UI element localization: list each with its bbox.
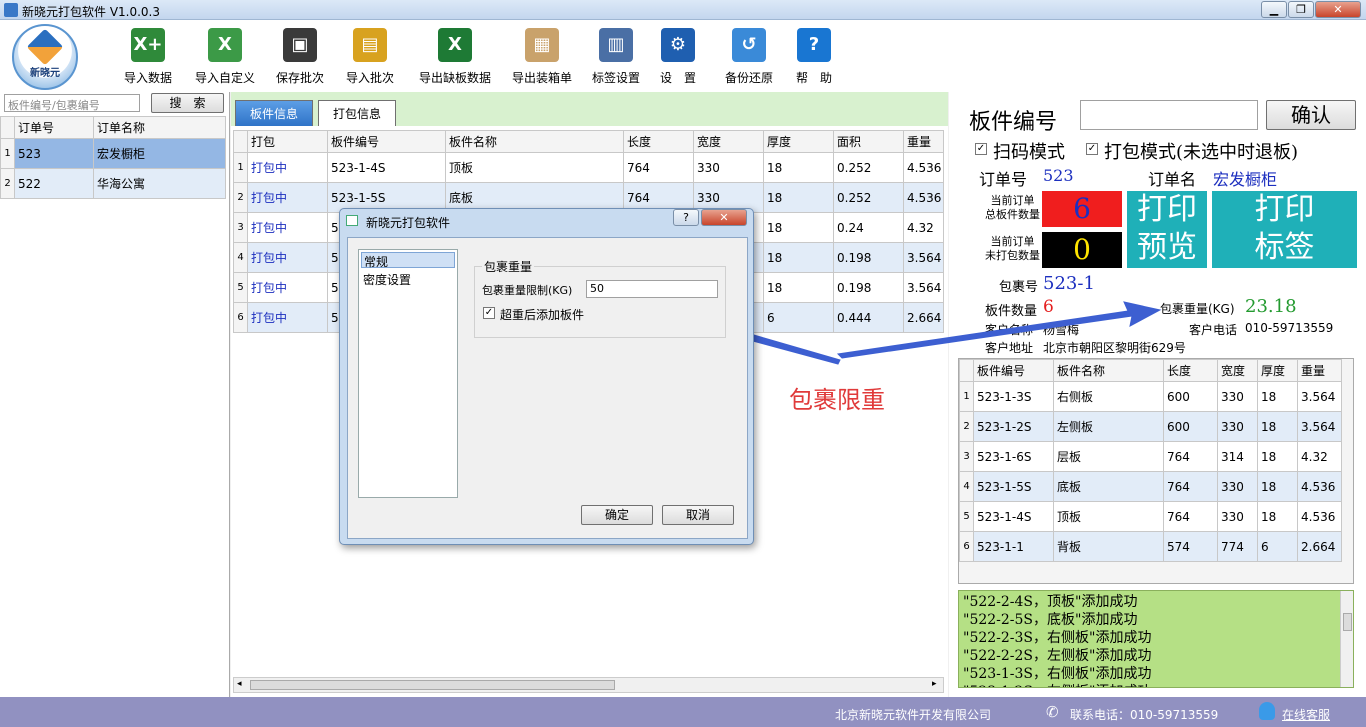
weight-limit-input[interactable]: 50 (586, 280, 718, 298)
cancel-button[interactable]: 取消 (662, 505, 734, 525)
ok-button[interactable]: 确定 (581, 505, 653, 525)
dialog-close-button[interactable]: ✕ (701, 209, 747, 226)
annotation-text: 包裹限重 (789, 386, 885, 414)
arrow-to-weight-icon (836, 301, 1162, 359)
dialog-app-icon (346, 215, 358, 226)
nav-item-density[interactable]: 密度设置 (363, 271, 411, 288)
dialog-help-button[interactable]: ? (673, 209, 699, 226)
nav-item-general[interactable]: 常规 (361, 252, 455, 269)
weight-group (474, 266, 726, 338)
settings-nav: 常规 密度设置 (358, 249, 458, 498)
weight-group-title: 包裹重量 (482, 258, 535, 275)
weight-limit-label: 包裹重量限制(KG) (482, 284, 573, 297)
dialog-title: 新晓元打包软件 (366, 216, 451, 230)
add-after-over-label: 超重后添加板件 (500, 308, 585, 322)
settings-dialog: 新晓元打包软件 ? ✕ 常规 密度设置 包裹重量 包裹重量限制(KG) 50 ✓… (339, 208, 754, 545)
add-after-over-checkbox[interactable]: ✓ (483, 307, 495, 319)
dialog-body: 常规 密度设置 包裹重量 包裹重量限制(KG) 50 ✓ 超重后添加板件 确定 … (347, 237, 748, 539)
